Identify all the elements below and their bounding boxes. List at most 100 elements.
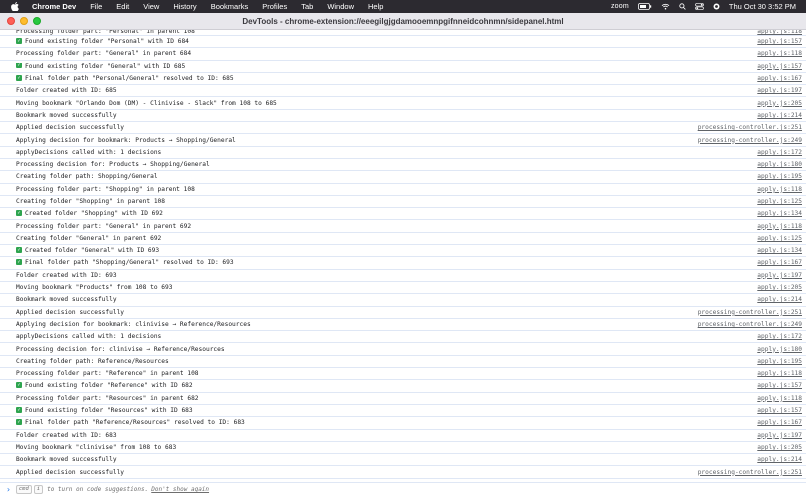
console-source-link[interactable]: apply.js:134 [757,247,802,254]
menu-edit[interactable]: Edit [116,2,129,11]
console-message: Processing folder part: "Shopping" in pa… [16,186,749,193]
console-row: Processing folder part: "General" in par… [0,220,806,233]
console-source-link[interactable]: apply.js:118 [757,370,802,377]
console-source-link[interactable]: processing-controller.js:251 [698,309,802,316]
console-source-link[interactable]: apply.js:118 [757,186,802,193]
console-source-link[interactable]: processing-controller.js:251 [698,124,802,131]
menu-clock[interactable]: Thu Oct 30 3:52 PM [729,2,796,11]
console-source-link[interactable]: apply.js:197 [757,432,802,439]
menu-help[interactable]: Help [368,2,383,11]
zoom-status[interactable]: zoom [611,3,629,10]
console-source-link[interactable]: apply.js:180 [757,161,802,168]
control-center-icon[interactable] [695,3,704,10]
console-message: Processing folder part: "General" in par… [16,223,749,230]
menu-tab[interactable]: Tab [301,2,313,11]
battery-icon[interactable] [637,3,652,10]
apple-icon[interactable] [11,2,21,12]
console-source-link[interactable]: apply.js:134 [757,210,802,217]
console-source-link[interactable]: apply.js:172 [757,149,802,156]
console-source-link[interactable]: apply.js:118 [757,223,802,230]
console-source-link[interactable]: apply.js:157 [757,382,802,389]
console-source-link[interactable]: apply.js:214 [757,456,802,463]
close-window-button[interactable] [7,17,15,25]
console-source-link[interactable]: apply.js:118 [757,395,802,402]
console-row: ✓ Found existing folder "Reference" with … [0,380,806,393]
console-log[interactable]: Processing folder part: "Personal" in pa… [0,30,806,482]
console-source-link[interactable]: apply.js:125 [757,235,802,242]
menu-bar: Chrome Dev File Edit View History Bookma… [0,0,806,13]
console-source-link[interactable]: apply.js:195 [757,173,802,180]
console-source-link[interactable]: apply.js:157 [757,63,802,70]
menu-view[interactable]: View [143,2,159,11]
console-message-text: Processing folder part: "General" in par… [16,50,192,58]
console-source-link[interactable]: apply.js:195 [757,358,802,365]
wifi-icon[interactable] [661,3,670,10]
console-message: Bookmark moved successfully [16,456,749,463]
console-message-text: Creating folder "General" in parent 692 [16,234,162,242]
console-source-link[interactable]: apply.js:125 [757,198,802,205]
console-message: ✓ Final folder path "Shopping/General" re… [16,259,749,266]
console-row: Processing folder part: "Resources" in p… [0,393,806,405]
console-message-text: Applying decision for bookmark: clinivis… [16,320,251,328]
console-message: Processing decision for: clinivise → Ref… [16,346,749,353]
console-source-link[interactable]: apply.js:157 [757,407,802,414]
console-message: Moving bookmark "Orlando Dom (DM) - Clin… [16,100,749,107]
console-source-link[interactable]: apply.js:205 [757,284,802,291]
console-row: Processing decision for: clinivise → Ref… [0,343,806,356]
menu-app-name[interactable]: Chrome Dev [32,2,76,11]
console-row: Folder created with ID: 693 apply.js:197 [0,270,806,282]
console-source-link[interactable]: apply.js:118 [757,30,802,35]
console-source-link[interactable]: apply.js:118 [757,50,802,57]
bottom-strip [0,496,806,504]
menu-profiles[interactable]: Profiles [262,2,287,11]
maximize-window-button[interactable] [33,17,41,25]
console-message-text: Creating folder path: Shopping/General [16,173,158,181]
console-prompt[interactable]: › cmd i to turn on code suggestions. Don… [0,482,806,496]
menu-history[interactable]: History [173,2,196,11]
console-message-text: Folder created with ID: 685 [16,87,117,95]
console-row: Processing folder part: "General" in par… [0,48,806,61]
menu-window[interactable]: Window [327,2,354,11]
console-row: Applied decision successfully processing-… [0,307,806,319]
console-source-link[interactable]: apply.js:197 [757,272,802,279]
check-mark-icon: ✓ [16,407,22,413]
dont-show-again-link[interactable]: Don't show again [151,486,209,493]
menu-bookmarks[interactable]: Bookmarks [211,2,249,11]
console-row: Processing decision for: Products → Shop… [0,159,806,172]
console-message: Processing folder part: "Resources" in p… [16,395,749,402]
console-source-link[interactable]: apply.js:157 [757,38,802,45]
console-source-link[interactable]: apply.js:167 [757,75,802,82]
console-source-link[interactable]: apply.js:205 [757,444,802,451]
console-message: applyDecisions called with: 1 decisions [16,149,749,156]
console-source-link[interactable]: apply.js:214 [757,296,802,303]
menu-file[interactable]: File [90,2,102,11]
console-message: Applied decision successfully [16,124,690,131]
console-source-link[interactable]: apply.js:167 [757,259,802,266]
window-controls [7,17,41,25]
console-row: ✓ Final folder path "Reference/Resources"… [0,417,806,430]
console-message: Creating folder "Shopping" in parent 108 [16,198,749,205]
shortcut-key-cmd: cmd [15,485,32,494]
console-source-link[interactable]: apply.js:197 [757,87,802,94]
console-message-text: Created folder "General" with ID 693 [25,247,160,255]
console-source-link[interactable]: apply.js:167 [757,419,802,426]
console-source-link[interactable]: apply.js:172 [757,333,802,340]
minimize-window-button[interactable] [20,17,28,25]
console-message-text: Bookmark moved successfully [16,456,117,464]
console-message-text: Applied decision successfully [16,308,125,316]
console-message-text: Found existing folder "General" with ID … [25,62,186,70]
console-row: ✓ Final folder path "Personal/General" re… [0,73,806,86]
console-source-link[interactable]: apply.js:180 [757,346,802,353]
check-mark-icon: ✓ [16,419,22,425]
console-source-link[interactable]: processing-controller.js:249 [698,137,802,144]
console-row: Processing folder part: "Shopping" in pa… [0,184,806,196]
console-source-link[interactable]: apply.js:205 [757,100,802,107]
search-icon[interactable] [679,3,686,10]
siri-icon[interactable] [713,3,720,10]
console-source-link[interactable]: processing-controller.js:251 [698,469,802,476]
console-source-link[interactable]: apply.js:214 [757,112,802,119]
console-message: ✓ Found existing folder "Reference" with … [16,382,749,389]
console-source-link[interactable]: processing-controller.js:249 [698,321,802,328]
console-row: Applying decision for bookmark: Products… [0,134,806,147]
check-mark-icon: ✓ [16,38,22,44]
